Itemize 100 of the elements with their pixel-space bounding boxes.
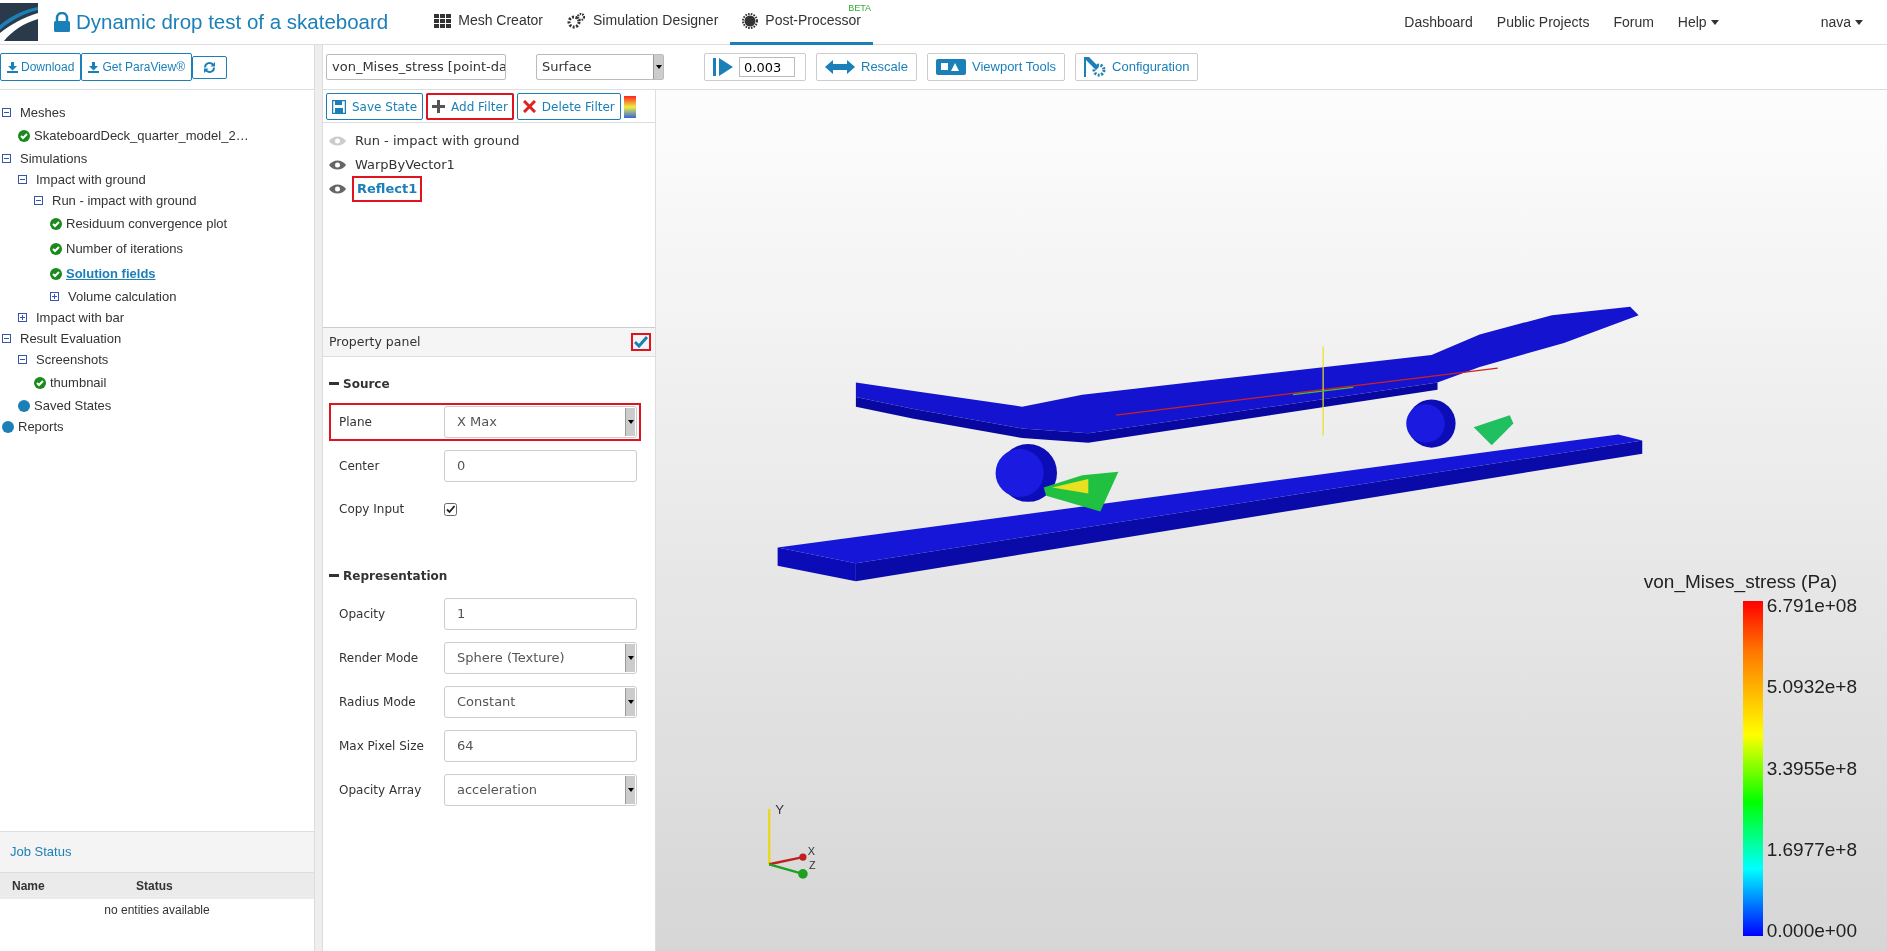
tree-item[interactable]: Impact with bar — [36, 309, 125, 326]
toolbar-button[interactable]: Download — [0, 53, 82, 81]
check-circle-icon — [50, 242, 62, 255]
module-tab[interactable]: Simulation Designer — [555, 0, 731, 45]
field-label: Radius Mode — [339, 694, 417, 711]
input-field[interactable]: 1 — [444, 598, 637, 630]
tree-item[interactable]: Volume calculation — [68, 288, 177, 305]
field-label: Plane — [339, 414, 373, 431]
time-field[interactable]: 0.003 — [739, 57, 795, 77]
colormap-icon[interactable] — [623, 95, 636, 118]
tree-item[interactable]: Meshes — [20, 104, 66, 121]
tree-item[interactable]: Saved States — [34, 397, 112, 414]
panel-title: Property panel — [329, 332, 421, 351]
filter-button[interactable]: Delete Filter — [516, 93, 621, 120]
check-circle-icon — [50, 267, 62, 280]
tree-item[interactable]: Run - impact with ground — [52, 192, 197, 209]
field-label: Render Mode — [339, 650, 420, 667]
check-circle-icon — [50, 217, 62, 230]
scale-label: 5.0932e+8 — [1765, 677, 1857, 698]
check-circle-icon — [34, 376, 46, 389]
nav-link[interactable]: Public Projects — [1484, 11, 1602, 33]
cog-icon — [742, 12, 759, 29]
legend-title: von_Mises_stress (Pa) — [1643, 569, 1837, 595]
module-tab[interactable]: Mesh Creator — [422, 0, 556, 45]
tree-item[interactable]: Residuum convergence plot — [66, 215, 228, 232]
dot-icon — [2, 420, 14, 433]
collapse-icon[interactable] — [329, 574, 339, 578]
tree-item[interactable]: Reports — [18, 418, 64, 435]
eye-icon[interactable] — [329, 159, 346, 171]
tree-item[interactable]: Number of iterations — [66, 240, 184, 257]
check-circle-icon — [18, 129, 30, 142]
expand-icon[interactable] — [18, 313, 27, 322]
section-title: Source — [343, 376, 390, 393]
gear-icon — [1084, 57, 1107, 77]
representation-select[interactable]: Surface — [536, 54, 664, 80]
save-icon — [332, 99, 346, 114]
scale-label: 6.791e+08 — [1765, 596, 1857, 616]
logo-icon[interactable] — [0, 3, 38, 41]
field-label: Max Pixel Size — [339, 738, 425, 755]
collapse-icon[interactable] — [34, 196, 43, 205]
pipeline-item[interactable]: Reflect1 — [352, 176, 423, 202]
pipeline-item[interactable]: WarpByVector1 — [352, 154, 458, 176]
tree-item[interactable]: Screenshots — [36, 351, 109, 368]
field-label: Opacity Array — [339, 782, 423, 799]
select-field[interactable]: acceleration — [444, 774, 637, 806]
dot-icon — [18, 399, 30, 412]
toolbar-button[interactable]: Viewport Tools — [926, 53, 1066, 81]
tree-item[interactable]: Solution fields — [66, 265, 156, 282]
toolbar-button[interactable]: Get ParaView® — [81, 53, 193, 81]
toolbar-button[interactable]: Configuration — [1075, 53, 1199, 81]
close-icon — [522, 100, 536, 113]
camera-icon — [935, 59, 966, 75]
refresh-button[interactable] — [192, 55, 228, 79]
collapse-icon[interactable] — [2, 154, 11, 163]
field-label: Copy Input — [339, 501, 406, 518]
tree-item[interactable]: SkateboardDeck_quarter_model_2… — [34, 127, 249, 144]
field-label: Center — [339, 458, 381, 475]
input-field[interactable]: 0 — [444, 450, 637, 482]
collapse-icon[interactable] — [329, 382, 339, 386]
tree-item[interactable]: Result Evaluation — [20, 330, 122, 347]
filter-button[interactable]: Save State — [326, 93, 424, 120]
select-field[interactable]: Sphere (Texture) — [444, 642, 637, 674]
grid-icon — [434, 13, 452, 28]
field-label: Opacity — [339, 606, 387, 623]
input-field[interactable]: 64 — [444, 730, 637, 762]
axis-label: Y — [775, 801, 785, 817]
select-field[interactable]: X Max — [444, 406, 637, 438]
plus-icon — [432, 100, 446, 113]
scale-label: 0.000e+00 — [1765, 921, 1857, 941]
tree-item[interactable]: Impact with ground — [36, 171, 146, 188]
tree-item[interactable]: Simulations — [20, 150, 88, 167]
empty-message: no entities available — [103, 901, 211, 919]
nav-link[interactable]: Dashboard — [1392, 11, 1485, 33]
user-menu[interactable]: nava — [1808, 11, 1875, 33]
collapse-icon[interactable] — [2, 108, 11, 117]
collapse-icon[interactable] — [18, 175, 27, 184]
pipeline-item[interactable]: Run - impact with ground — [352, 130, 523, 152]
time-control[interactable]: 0.003 — [704, 53, 806, 81]
column-header: Status — [136, 877, 173, 895]
array-select[interactable]: von_Mises_stress [point-da — [326, 54, 506, 80]
download-icon — [88, 61, 100, 73]
expand-icon[interactable] — [50, 292, 59, 301]
nav-link[interactable]: Forum — [1601, 11, 1666, 33]
scale-label: 1.6977e+8 — [1765, 839, 1857, 860]
collapse-icon[interactable] — [2, 334, 11, 343]
beta-label: BETA — [848, 1, 872, 15]
eye-icon[interactable] — [329, 183, 346, 195]
project-title: Dynamic drop test of a skateboard — [76, 8, 389, 35]
filter-button[interactable]: Add Filter — [426, 93, 514, 120]
checkbox[interactable] — [444, 502, 457, 516]
tree-item[interactable]: thumbnail — [50, 374, 107, 391]
toolbar-button[interactable]: Rescale — [816, 53, 917, 81]
collapse-icon[interactable] — [18, 355, 27, 364]
checkmark-icon[interactable] — [631, 333, 651, 351]
select-field[interactable]: Constant — [444, 686, 637, 718]
nav-link[interactable]: Help — [1665, 11, 1731, 33]
play-icon[interactable] — [713, 58, 733, 76]
panel-title: Job Status — [0, 832, 314, 873]
column-header: Name — [12, 877, 46, 895]
scale-label: 3.3955e+8 — [1765, 758, 1857, 779]
